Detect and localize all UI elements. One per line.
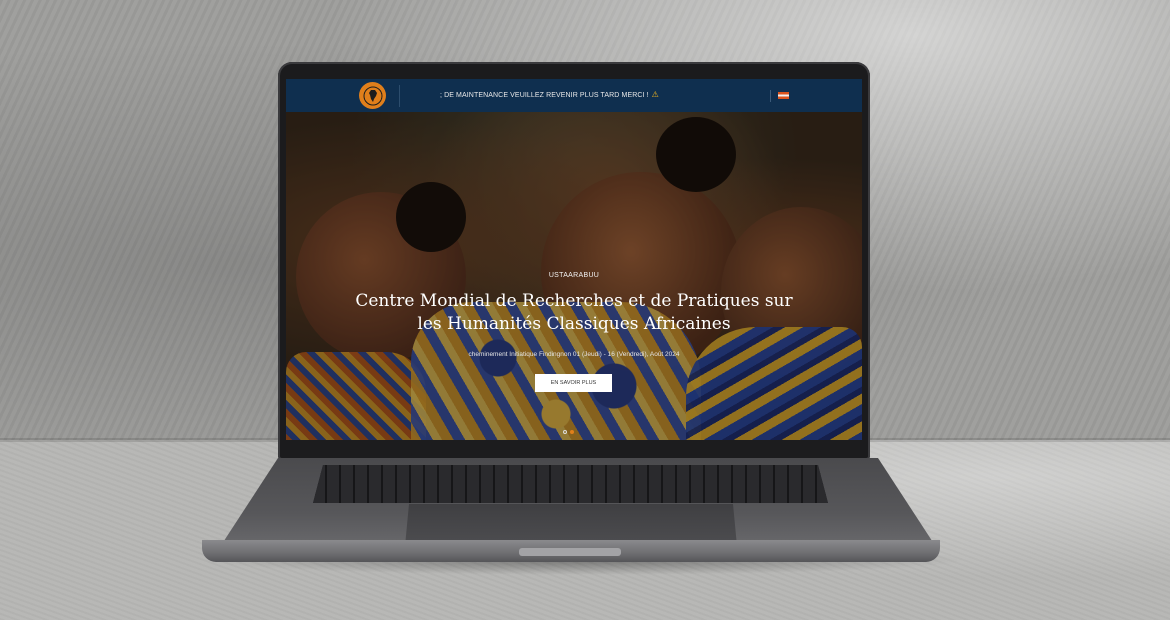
site-header: ; DE MAINTENANCE VEUILLEZ REVENIR PLUS T… [286,79,862,112]
laptop-notch [519,548,621,556]
africa-icon [363,86,382,105]
hero-subline: cheminement Initiatique Findingnon 01 (J… [468,351,680,358]
laptop-screen: ; DE MAINTENANCE VEUILLEZ REVENIR PLUS T… [286,79,862,440]
laptop-keyboard [313,465,828,503]
header-divider-right [770,90,771,102]
learn-more-button[interactable]: EN SAVOIR PLUS [535,374,612,392]
slider-dot[interactable] [563,430,567,434]
ticker-text: ; DE MAINTENANCE VEUILLEZ REVENIR PLUS T… [440,92,649,99]
warning-icon: ⚠ [651,90,659,99]
hero-headline: Centre Mondial de Recherches et de Prati… [326,290,822,336]
hero-kicker: USTAARABUU [548,272,600,279]
hero-headline-line1: Centre Mondial de Recherches et de Prati… [355,291,793,311]
header-divider [399,85,400,107]
maintenance-ticker: ; DE MAINTENANCE VEUILLEZ REVENIR PLUS T… [440,90,659,99]
slider-dots [563,430,574,434]
laptop-hinge [290,440,860,460]
hero-headline-line2: les Humanités Classiques Africaines [417,314,731,334]
slider-dot-active[interactable] [570,430,574,434]
hero-slider: USTAARABUU Centre Mondial de Recherches … [286,112,862,440]
site-logo[interactable] [359,82,386,109]
language-flag-icon[interactable] [778,92,789,99]
